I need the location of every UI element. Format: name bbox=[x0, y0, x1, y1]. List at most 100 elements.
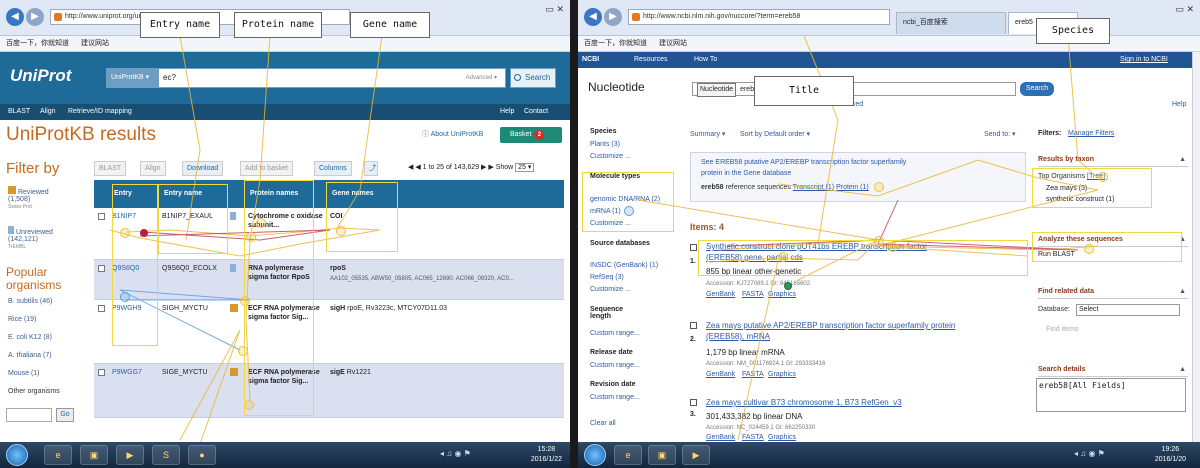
back-button[interactable]: ◀ bbox=[584, 8, 602, 26]
columns-button[interactable]: Columns bbox=[314, 161, 352, 176]
row-checkbox[interactable] bbox=[98, 213, 105, 220]
nav-retrieve[interactable]: Retrieve/ID mapping bbox=[68, 104, 132, 120]
ie-icon[interactable]: e bbox=[44, 445, 72, 465]
about-link[interactable]: ⓘ About UniProtKB bbox=[422, 129, 483, 139]
fav-item[interactable]: 建议网站 bbox=[659, 40, 687, 47]
facet-item[interactable]: Customize ... bbox=[590, 153, 631, 160]
search-details-box[interactable]: ereb58[All Fields] bbox=[1036, 378, 1186, 412]
transcript-link[interactable]: Transcript (1) bbox=[793, 184, 834, 191]
facet-item[interactable]: Custom range... bbox=[590, 362, 640, 369]
facet-item[interactable]: Customize ... bbox=[590, 286, 631, 293]
entry-cell[interactable]: B1NIP7 bbox=[112, 212, 136, 221]
recorder-icon[interactable]: ● bbox=[188, 445, 216, 465]
fav-item[interactable]: 百度一下，你就知道 bbox=[6, 40, 69, 47]
facet-item[interactable]: mRNA (1) bbox=[590, 208, 621, 215]
organism-link[interactable]: Mouse (1) bbox=[8, 370, 40, 377]
nav-align[interactable]: Align bbox=[40, 104, 56, 120]
nav-contact[interactable]: Contact bbox=[524, 104, 548, 120]
database-select[interactable]: Select bbox=[1076, 304, 1180, 316]
graphics-link[interactable]: Graphics bbox=[768, 291, 796, 298]
filter-reviewed[interactable]: Reviewed (1,508) Swiss-Prot bbox=[8, 186, 98, 210]
table-row[interactable]: P9WGH9 SIGH_MYCTU ECF RNA polymerase sig… bbox=[94, 300, 564, 364]
entry-cell[interactable]: P9WGG7 bbox=[112, 368, 142, 377]
organism-input[interactable] bbox=[6, 408, 52, 422]
col-gene-names[interactable]: Gene names bbox=[328, 180, 564, 208]
result-title-cont[interactable]: (EREB58) gene, partial cds bbox=[706, 253, 803, 263]
fav-item[interactable]: 建议网站 bbox=[81, 40, 109, 47]
facet-item[interactable]: Customize ... bbox=[590, 220, 631, 227]
start-button[interactable] bbox=[6, 444, 28, 466]
facet-item[interactable]: INSDC (GenBank) (1) bbox=[590, 262, 658, 269]
entry-cell[interactable]: P9WGH9 bbox=[112, 304, 142, 313]
facet-item[interactable]: genomic DNA/RNA (2) bbox=[590, 196, 660, 203]
result-checkbox[interactable] bbox=[690, 399, 697, 406]
pager-arrows[interactable]: ◀ ◀ bbox=[408, 164, 423, 171]
pager-next[interactable]: ▶ ▶ bbox=[481, 164, 496, 171]
table-row[interactable]: P9WGG7 SIGE_MYCTU ECF RNA polymerase sig… bbox=[94, 364, 564, 418]
col-protein-names[interactable]: Protein names bbox=[246, 180, 328, 208]
genbank-link[interactable]: GenBank bbox=[706, 371, 735, 378]
fasta-link[interactable]: FASTA bbox=[742, 291, 764, 298]
result-checkbox[interactable] bbox=[690, 322, 697, 329]
help-link[interactable]: Help bbox=[1172, 101, 1186, 108]
send-to-menu[interactable]: Send to: ▾ bbox=[984, 130, 1016, 138]
window-controls[interactable]: ▭ ✕ bbox=[1175, 4, 1194, 15]
fasta-link[interactable]: FASTA bbox=[742, 371, 764, 378]
taxon-item[interactable]: synthetic construct (1) bbox=[1046, 196, 1114, 203]
row-checkbox[interactable] bbox=[98, 369, 105, 376]
resources-menu[interactable]: Resources bbox=[634, 52, 667, 68]
entry-cell[interactable]: Q9S6Q0 bbox=[112, 264, 139, 273]
table-row[interactable]: Q9S6Q0 Q9S6Q0_ECOLX RNA polymerase sigma… bbox=[94, 260, 564, 300]
download-button[interactable]: Download bbox=[182, 161, 224, 176]
collapse-icon[interactable]: ▲ bbox=[1179, 156, 1186, 163]
protein-link[interactable]: Protein (1) bbox=[836, 184, 869, 191]
sort-menu[interactable]: Sort by Default order ▾ bbox=[740, 130, 810, 138]
add-basket-button[interactable]: Add to basket bbox=[240, 161, 293, 176]
row-checkbox[interactable] bbox=[98, 265, 105, 272]
back-button[interactable]: ◀ bbox=[6, 8, 24, 26]
database-select[interactable]: UniProtKB ▾ bbox=[107, 69, 159, 87]
manage-filters-link[interactable]: Manage Filters bbox=[1068, 130, 1114, 137]
facet-item[interactable]: Custom range... bbox=[590, 330, 640, 337]
tray-icons[interactable]: ◂ ♫ ◉ ⚑ bbox=[440, 449, 471, 458]
genbank-link[interactable]: GenBank bbox=[706, 434, 735, 441]
facet-item[interactable]: Custom range... bbox=[590, 394, 640, 401]
organism-link[interactable]: B. subtilis (46) bbox=[8, 298, 52, 305]
start-button[interactable] bbox=[584, 444, 606, 466]
collapse-icon[interactable]: ▲ bbox=[1179, 366, 1186, 373]
media-icon[interactable]: ▶ bbox=[682, 445, 710, 465]
gene-suggest-line2[interactable]: protein in the Gene database bbox=[701, 170, 791, 177]
organism-link[interactable]: Rice (19) bbox=[8, 316, 36, 323]
find-items-button[interactable]: Find items bbox=[1046, 326, 1078, 333]
related-section-heading[interactable]: Find related data ▲ bbox=[1038, 288, 1188, 299]
show-select[interactable]: 25 ▾ bbox=[515, 163, 535, 172]
signin-link[interactable]: Sign in to NCBI bbox=[1120, 52, 1168, 68]
explorer-icon[interactable]: ▣ bbox=[80, 445, 108, 465]
summary-menu[interactable]: Summary ▾ bbox=[690, 130, 725, 138]
graphics-link[interactable]: Graphics bbox=[768, 434, 796, 441]
fasta-link[interactable]: FASTA bbox=[742, 434, 764, 441]
nav-help[interactable]: Help bbox=[500, 104, 514, 120]
tray-icons[interactable]: ◂ ♫ ◉ ⚑ bbox=[1074, 449, 1105, 458]
graphics-link[interactable]: Graphics bbox=[768, 371, 796, 378]
search-input[interactable]: ec? bbox=[163, 69, 176, 87]
basket-button[interactable]: Basket 2 bbox=[500, 127, 562, 143]
ncbi-logo[interactable]: NCBI bbox=[582, 52, 599, 68]
run-blast-link[interactable]: Run BLAST bbox=[1038, 251, 1075, 258]
search-button[interactable]: Search bbox=[510, 68, 556, 88]
taxon-item[interactable]: Zea mays (3) bbox=[1046, 185, 1087, 192]
media-icon[interactable]: ▶ bbox=[116, 445, 144, 465]
search-details-heading[interactable]: Search details ▲ bbox=[1038, 366, 1188, 377]
tab-baidu[interactable]: ncbi_百度搜索 bbox=[896, 12, 1006, 34]
scrollbar[interactable] bbox=[1192, 52, 1200, 442]
facet-item[interactable]: Plants (3) bbox=[590, 141, 620, 148]
address-bar[interactable]: http://www.ncbi.nlm.nih.gov/nuccore/?ter… bbox=[628, 9, 890, 25]
forward-button[interactable]: ▶ bbox=[604, 8, 622, 26]
organism-link[interactable]: E. coli K12 (8) bbox=[8, 334, 52, 341]
nav-blast[interactable]: BLAST bbox=[8, 104, 30, 120]
collapse-icon[interactable]: ▲ bbox=[1179, 288, 1186, 295]
col-entry-name[interactable]: Entry name bbox=[160, 180, 246, 208]
window-controls[interactable]: ▭ ✕ bbox=[545, 4, 564, 15]
organism-go-button[interactable]: Go bbox=[56, 408, 74, 422]
advanced-link[interactable]: Advanced ▾ bbox=[466, 69, 497, 87]
